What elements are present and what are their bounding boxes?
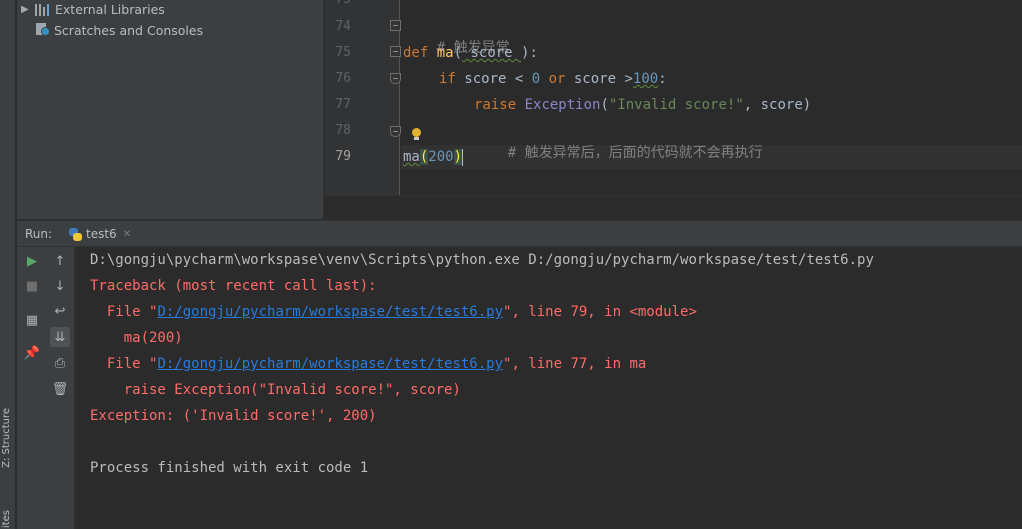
number-literal: 200 bbox=[428, 149, 454, 165]
scratches-icon bbox=[35, 23, 51, 37]
if-keyword: if bbox=[439, 71, 456, 87]
console-line: D:\gongju\pycharm\workspase\venv\Scripts… bbox=[90, 252, 874, 268]
line-number: 73 bbox=[329, 0, 351, 7]
pin-icon: 📌 bbox=[23, 345, 41, 361]
layout-icon: ▦ bbox=[25, 312, 39, 328]
pin-tab-button[interactable]: 📌 bbox=[22, 343, 42, 363]
code-text: , score) bbox=[743, 97, 812, 113]
code-editor[interactable]: 73 74 75 76 77 78 79 # 触发异常 def ma( scor… bbox=[325, 0, 1022, 219]
code-line-76: if score < 0 or score >100: bbox=[439, 68, 667, 90]
line-number: 77 bbox=[335, 97, 351, 112]
stop-button[interactable]: ■ bbox=[22, 276, 42, 296]
console-text: ", line 79, in <module> bbox=[503, 304, 697, 320]
code-text: : bbox=[658, 71, 667, 87]
project-tree: ▶ External Libraries Scratches and Conso… bbox=[17, 0, 324, 219]
tab-test6[interactable]: test6 ✕ bbox=[61, 221, 139, 247]
code-text: score < bbox=[455, 71, 532, 87]
tree-item-label: External Libraries bbox=[55, 1, 165, 17]
favorites-tab-label: ites bbox=[1, 510, 12, 529]
restore-layout-button[interactable]: ▦ bbox=[22, 310, 42, 330]
stop-icon: ■ bbox=[25, 278, 39, 294]
run-label: Run: bbox=[25, 227, 53, 241]
console-line-error: File "D:/gongju/pycharm/workspase/test/t… bbox=[90, 299, 697, 325]
close-icon[interactable]: ✕ bbox=[123, 229, 131, 240]
console-line-error: Exception: ('Invalid score!', 200) bbox=[90, 408, 377, 424]
left-tool-strip: Z: Structure ites bbox=[0, 0, 16, 529]
scroll-down-button[interactable]: ↓ bbox=[50, 276, 70, 296]
run-console[interactable]: D:\gongju\pycharm\workspase\venv\Scripts… bbox=[76, 247, 1022, 529]
tree-item-label: Scratches and Consoles bbox=[54, 22, 204, 38]
code-line-74: # 触发异常 bbox=[403, 15, 510, 56]
paren: ) bbox=[453, 149, 463, 165]
scroll-to-end-button[interactable]: ⇊ bbox=[50, 327, 70, 347]
structure-tool-tab[interactable]: Z: Structure bbox=[1, 408, 12, 468]
arrow-up-icon: ↑ bbox=[54, 253, 66, 269]
code-line-77: raise Exception("Invalid score!", score) bbox=[474, 94, 811, 116]
line-number-current: 79 bbox=[335, 149, 351, 164]
fold-marker-icon[interactable] bbox=[390, 20, 401, 31]
console-text: File " bbox=[90, 356, 158, 372]
play-icon: ▶ bbox=[27, 253, 37, 269]
raise-keyword: raise bbox=[474, 97, 517, 113]
paren: ( bbox=[600, 97, 609, 113]
fold-end-icon[interactable] bbox=[390, 73, 401, 84]
structure-tab-label: Z: Structure bbox=[1, 408, 12, 468]
exception-class: Exception bbox=[524, 97, 601, 113]
scroll-up-button[interactable]: ↑ bbox=[50, 251, 70, 271]
fold-end-icon[interactable] bbox=[390, 126, 401, 137]
text-caret bbox=[462, 148, 464, 166]
paren: ( bbox=[453, 45, 463, 61]
console-text: ", line 77, in ma bbox=[503, 356, 647, 372]
param-score: score bbox=[462, 45, 522, 61]
trash-icon: 🗑 bbox=[51, 381, 69, 397]
scroll-to-end-icon: ⇊ bbox=[54, 329, 66, 345]
comment-text: # 触发异常后，后面的代码就不会再执行 bbox=[507, 145, 763, 161]
file-link[interactable]: D:/gongju/pycharm/workspase/test/test6.p… bbox=[157, 304, 503, 320]
code-line-78: # 触发异常后，后面的代码就不会再执行 bbox=[474, 120, 763, 161]
editor-breadcrumb-bar bbox=[325, 195, 1022, 219]
function-name: ma bbox=[436, 45, 454, 61]
library-icon bbox=[35, 2, 53, 16]
editor-gutter[interactable]: 73 74 75 76 77 78 79 bbox=[325, 0, 401, 195]
or-keyword: or bbox=[548, 71, 566, 87]
number-literal: 100 bbox=[632, 71, 659, 87]
console-line: Process finished with exit code 1 bbox=[90, 460, 369, 476]
file-link[interactable]: D:/gongju/pycharm/workspase/test/test6.p… bbox=[157, 356, 503, 372]
string-literal: "Invalid score!" bbox=[608, 97, 744, 113]
console-text: File " bbox=[90, 304, 158, 320]
number-literal: 0 bbox=[531, 71, 541, 87]
run-toolbar: ▶ ↑ ■ ↓ ↩ ▦ ⇊ 📌 ⎙ 🗑 bbox=[17, 247, 75, 529]
tree-item-scratches[interactable]: Scratches and Consoles bbox=[35, 20, 203, 40]
console-line-error: File "D:/gongju/pycharm/workspase/test/t… bbox=[90, 351, 646, 377]
rerun-button[interactable]: ▶ bbox=[22, 251, 42, 271]
clear-all-button[interactable]: 🗑 bbox=[50, 379, 70, 399]
code-text: score > bbox=[565, 71, 633, 87]
lightbulb-icon[interactable] bbox=[411, 128, 421, 141]
console-line-error: Traceback (most recent call last): bbox=[90, 278, 377, 294]
function-call: ma bbox=[403, 149, 420, 165]
console-line-error: ma(200) bbox=[90, 330, 183, 346]
python-icon bbox=[69, 227, 82, 241]
print-icon: ⎙ bbox=[54, 355, 66, 371]
expand-arrow-icon[interactable]: ▶ bbox=[21, 4, 35, 15]
fold-marker-icon[interactable] bbox=[390, 46, 401, 57]
favorites-tool-tab[interactable]: ites bbox=[1, 510, 12, 528]
console-line-error: raise Exception("Invalid score!", score) bbox=[90, 382, 461, 398]
print-button[interactable]: ⎙ bbox=[50, 353, 70, 373]
run-tab-title: test6 bbox=[86, 227, 117, 241]
run-tool-header: Run: test6 ✕ bbox=[17, 220, 1022, 247]
line-number: 75 bbox=[335, 45, 351, 60]
soft-wrap-button[interactable]: ↩ bbox=[50, 301, 70, 321]
paren: ): bbox=[521, 45, 538, 61]
def-keyword: def bbox=[403, 45, 429, 61]
code-line-79: ma(200) bbox=[403, 146, 464, 168]
tree-item-external-libraries[interactable]: ▶ External Libraries bbox=[17, 0, 165, 19]
line-number: 78 bbox=[335, 123, 351, 138]
arrow-down-icon: ↓ bbox=[54, 278, 66, 294]
code-line-75: def ma( score ): bbox=[403, 42, 538, 64]
line-number: 76 bbox=[335, 71, 351, 86]
line-number: 74 bbox=[335, 19, 351, 34]
soft-wrap-icon: ↩ bbox=[54, 303, 66, 319]
